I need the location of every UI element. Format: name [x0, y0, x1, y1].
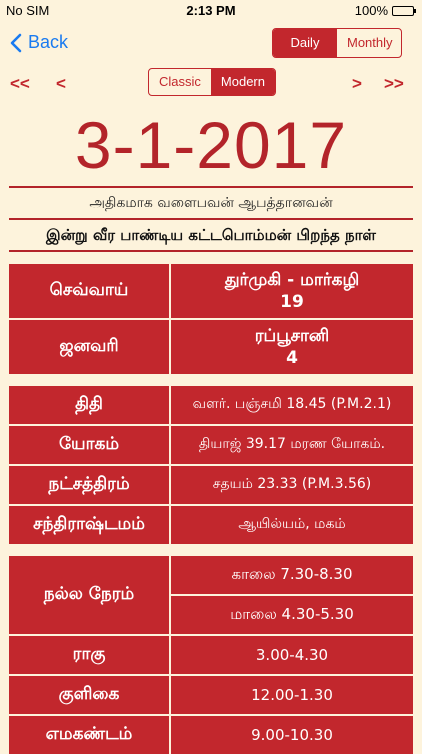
calendar-table: செவ்வாய் துர்முகி - மார்கழி 19 ஜனவரி ரப்…: [9, 264, 413, 754]
table-row: திதி வளர். பஞ்சமி 18.45 (P.M.2.1): [9, 386, 413, 424]
panchang-value: வளர். பஞ்சமி 18.45 (P.M.2.1): [171, 386, 413, 424]
back-button[interactable]: Back: [10, 32, 68, 53]
good-time-label: நல்ல நேரம்: [9, 556, 169, 634]
islamic-day-text: 4: [286, 348, 298, 368]
table-row: குளிகை 12.00-1.30: [9, 676, 413, 714]
style-segmented-control: Classic Modern: [148, 68, 276, 96]
panchang-label: நட்சத்திரம்: [9, 466, 169, 504]
tamil-day-text: 19: [280, 292, 304, 312]
panchang-value: ஆயில்யம், மகம்: [171, 506, 413, 544]
battery-percent: 100%: [354, 3, 388, 18]
tab-daily[interactable]: Daily: [273, 29, 337, 57]
timing-value: 9.00-10.30: [171, 716, 413, 754]
divider: [9, 250, 413, 252]
tab-modern[interactable]: Modern: [210, 69, 275, 95]
previous-day-button[interactable]: <: [56, 74, 66, 94]
islamic-month-text: ரப்பூசானி: [254, 326, 330, 346]
tab-monthly[interactable]: Monthly: [337, 29, 401, 57]
table-row: யோகம் தியாஜ் 39.17 மரண யோகம்.: [9, 426, 413, 464]
next-day-button[interactable]: >: [352, 74, 362, 94]
tamil-date-cell: துர்முகி - மார்கழி 19: [171, 264, 413, 318]
status-bar: No SIM 2:13 PM 100%: [0, 0, 422, 22]
timing-label: ராகு: [9, 636, 169, 674]
panchang-value: சதயம் 23.33 (P.M.3.56): [171, 466, 413, 504]
table-row: நல்ல நேரம் காலை 7.30-8.30 மாலை 4.30-5.30: [9, 556, 413, 634]
table-row: சந்திராஷ்டமம் ஆயில்யம், மகம்: [9, 506, 413, 544]
month-cell: ஜனவரி: [9, 320, 169, 374]
battery-indicator: 100%: [354, 3, 416, 18]
weekday-cell: செவ்வாய்: [9, 264, 169, 318]
table-row: ராகு 3.00-4.30: [9, 636, 413, 674]
panchang-value: தியாஜ் 39.17 மரண யோகம்.: [171, 426, 413, 464]
next-month-button[interactable]: >>: [384, 74, 404, 94]
timing-label: குளிகை: [9, 676, 169, 714]
table-row: ஜனவரி ரப்பூசானி 4: [9, 320, 413, 374]
chevron-left-icon: [10, 33, 22, 52]
table-row: நட்சத்திரம் சதயம் 23.33 (P.M.3.56): [9, 466, 413, 504]
panchang-label: யோகம்: [9, 426, 169, 464]
islamic-date-cell: ரப்பூசானி 4: [171, 320, 413, 374]
previous-month-button[interactable]: <<: [10, 74, 30, 94]
timing-value: 3.00-4.30: [171, 636, 413, 674]
tamil-month-text: துர்முகி - மார்கழி: [224, 270, 360, 290]
morning-time: காலை 7.30-8.30: [171, 556, 413, 594]
tab-classic[interactable]: Classic: [149, 69, 211, 95]
date-heading: 3-1-2017: [74, 108, 348, 182]
table-row: செவ்வாய் துர்முகி - மார்கழி 19: [9, 264, 413, 318]
navigation-bar: Back Daily Monthly: [0, 22, 422, 66]
battery-icon: [392, 5, 416, 16]
timing-label: எமகண்டம்: [9, 716, 169, 754]
quote-text: அதிகமாக வளைபவன் ஆபத்தானவன்: [89, 195, 333, 211]
table-row: எமகண்டம் 9.00-10.30: [9, 716, 413, 754]
panchang-label: திதி: [9, 386, 169, 424]
panchang-label: சந்திராஷ்டமம்: [9, 506, 169, 544]
date-navigation-row: << < Classic Modern > >>: [0, 66, 422, 102]
back-label: Back: [28, 32, 69, 52]
view-segmented-control: Daily Monthly: [272, 28, 402, 58]
timing-value: 12.00-1.30: [171, 676, 413, 714]
good-time-values: காலை 7.30-8.30 மாலை 4.30-5.30: [171, 556, 413, 634]
event-text: இன்று வீர பாண்டிய கட்டபொம்மன் பிறந்த நாள…: [46, 226, 376, 244]
evening-time: மாலை 4.30-5.30: [171, 596, 413, 634]
